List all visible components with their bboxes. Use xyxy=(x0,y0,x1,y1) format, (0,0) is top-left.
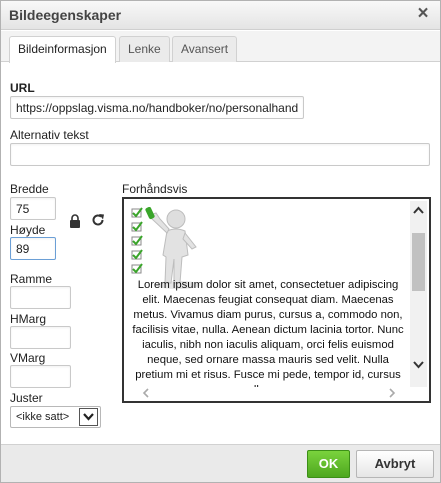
scroll-down-icon[interactable] xyxy=(413,361,424,369)
hspace-input[interactable] xyxy=(10,326,71,349)
scroll-thumb[interactable] xyxy=(412,233,425,291)
align-selected-value: <ikke satt> xyxy=(16,411,70,423)
hspace-label: HMarg xyxy=(10,312,47,326)
url-label: URL xyxy=(10,81,35,95)
tab-link[interactable]: Lenke xyxy=(119,36,170,62)
height-input[interactable] xyxy=(10,237,56,260)
tab-advanced[interactable]: Avansert xyxy=(172,36,238,62)
width-label: Bredde xyxy=(10,182,49,196)
align-label: Juster xyxy=(10,391,43,405)
image-properties-dialog: Bildeegenskaper × Bildeinformasjon Lenke… xyxy=(0,0,441,483)
reset-size-icon[interactable] xyxy=(91,213,105,227)
scroll-up-icon[interactable] xyxy=(413,206,424,214)
dialog-titlebar[interactable]: Bildeegenskaper × xyxy=(1,1,440,30)
close-icon[interactable]: × xyxy=(414,4,432,23)
url-input[interactable] xyxy=(10,96,304,119)
border-label: Ramme xyxy=(10,272,53,286)
alt-text-label: Alternativ tekst xyxy=(10,128,89,142)
height-label: Høyde xyxy=(10,223,46,237)
tab-bar: Bildeinformasjon Lenke Avansert xyxy=(1,31,440,63)
vspace-label: VMarg xyxy=(10,351,46,365)
scroll-left-icon[interactable] xyxy=(142,388,150,398)
tab-image-info[interactable]: Bildeinformasjon xyxy=(9,36,116,63)
dialog-title: Bildeegenskaper xyxy=(9,7,122,23)
preview-label: Forhåndsvis xyxy=(122,182,188,196)
preview-horizontal-scrollbar[interactable] xyxy=(126,387,410,399)
align-select[interactable]: <ikke satt> xyxy=(10,406,101,428)
scroll-right-icon[interactable] xyxy=(388,388,396,398)
preview-text: Lorem ipsum dolor sit amet, consectetuer… xyxy=(132,279,404,396)
alt-text-input[interactable] xyxy=(10,143,430,166)
chevron-down-icon[interactable] xyxy=(79,408,98,426)
border-input[interactable] xyxy=(10,286,71,309)
preview-frame: Lorem ipsum dolor sit amet, consectetuer… xyxy=(122,197,431,403)
ok-button[interactable]: OK xyxy=(307,450,350,478)
lock-icon[interactable] xyxy=(69,214,81,228)
width-input[interactable] xyxy=(10,197,56,220)
vspace-input[interactable] xyxy=(10,365,71,388)
cancel-button[interactable]: Avbryt xyxy=(356,450,434,478)
preview-vertical-scrollbar[interactable] xyxy=(410,201,427,387)
